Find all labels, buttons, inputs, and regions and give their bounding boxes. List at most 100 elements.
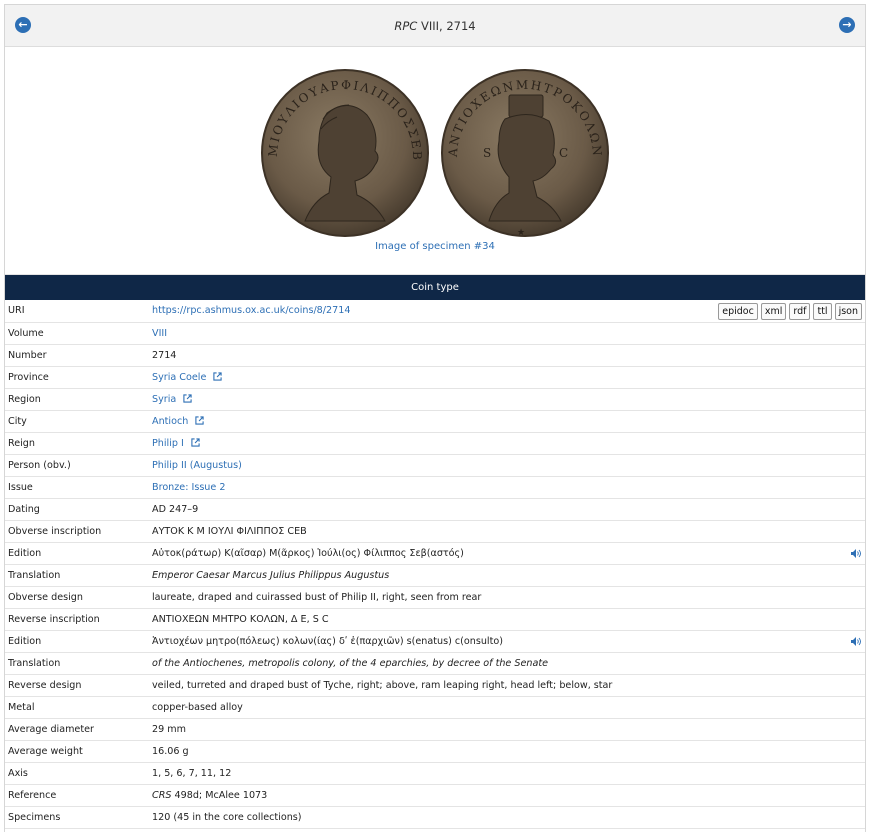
external-link-icon[interactable] bbox=[213, 371, 223, 381]
uri-link[interactable]: https://rpc.ashmus.ox.ac.uk/coins/8/2714 bbox=[152, 305, 350, 316]
table-row: Province Syria Coele bbox=[5, 366, 865, 388]
table-row: Axis 1, 5, 6, 7, 11, 12 bbox=[5, 762, 865, 784]
table-row: Average weight 16.06 g bbox=[5, 740, 865, 762]
row-label: Person (obv.) bbox=[8, 459, 71, 471]
weight-value: 16.06 g bbox=[152, 745, 189, 757]
external-link-icon[interactable] bbox=[183, 393, 192, 403]
record-header: ← RPC VIII, 2714 → bbox=[5, 5, 865, 47]
number-value: 2714 bbox=[152, 349, 177, 361]
table-row: Obverse inscription ΑΥΤΟΚ Κ Μ ΙΟΥΛΙ ΦΙΛΙ… bbox=[5, 520, 865, 542]
row-label: Metal bbox=[8, 701, 35, 713]
metal-value: copper-based alloy bbox=[152, 701, 243, 713]
row-value-cell: Bronze: Issue 2 bbox=[148, 476, 865, 498]
speaker-icon[interactable] bbox=[851, 636, 861, 646]
reverse-inscription-value: ΑΝΤΙΟΧΕΩΝ ΜΗΤΡΟ ΚΟΛΩΝ, Δ Ε, S C bbox=[152, 613, 329, 625]
specimen-image-area: ΜΙΟΥΛΙΟΥΑΡΦΙΛΙΠΠΟΣΣΕΒ ΑΝΤΙΟΧΕΩΝΜΗΤΡΟΚΟΛΩ… bbox=[5, 47, 865, 275]
table-row: City Antioch bbox=[5, 410, 865, 432]
row-label: Province bbox=[8, 371, 49, 383]
table-row: Reverse inscription ΑΝΤΙΟΧΕΩΝ ΜΗΤΡΟ ΚΟΛΩ… bbox=[5, 608, 865, 630]
star-icon: ★ bbox=[517, 228, 525, 238]
volume-link[interactable]: VIII bbox=[152, 328, 167, 339]
row-label: URI bbox=[8, 305, 25, 317]
table-row: Metal copper-based alloy bbox=[5, 696, 865, 718]
table-row: Reference CRS 498d; McAlee 1073 bbox=[5, 784, 865, 806]
table-row: Issue Bronze: Issue 2 bbox=[5, 476, 865, 498]
row-label: Average diameter bbox=[8, 723, 94, 735]
table-row: Reverse design veiled, turreted and drap… bbox=[5, 674, 865, 696]
obverse-inscription-value: ΑΥΤΟΚ Κ Μ ΙΟΥΛΙ ΦΙΛΙΠΠΟΣ CΕΒ bbox=[152, 525, 307, 537]
table-row: Volume VIII bbox=[5, 322, 865, 344]
coin-record-panel: ← RPC VIII, 2714 → ΜΙΟΥΛΙΟΥΑΡΦΙΛΙΠΠΟΣΣΕΒ bbox=[4, 4, 866, 832]
row-label: Issue bbox=[8, 481, 33, 493]
arrow-left-circle-icon: ← bbox=[18, 18, 28, 31]
table-row: Reign Philip I bbox=[5, 432, 865, 454]
reference-value: CRS 498d; McAlee 1073 bbox=[148, 784, 865, 806]
reference-rest: 498d; McAlee 1073 bbox=[171, 789, 268, 801]
previous-record-button[interactable]: ← bbox=[15, 17, 31, 33]
table-row: Specimens 120 (45 in the core collection… bbox=[5, 806, 865, 828]
issue-link[interactable]: Bronze: Issue 2 bbox=[152, 482, 225, 493]
row-label: Reference bbox=[8, 789, 57, 801]
format-button-json[interactable]: json bbox=[834, 303, 862, 320]
row-value-cell: Philip II (Augustus) bbox=[148, 454, 865, 476]
person-link[interactable]: Philip II (Augustus) bbox=[152, 460, 242, 471]
export-formats: epidoc xml rdf ttl json bbox=[718, 303, 862, 320]
row-value-cell: Syria bbox=[148, 388, 865, 410]
reverse-field-c: C bbox=[559, 146, 568, 160]
format-button-epidoc[interactable]: epidoc bbox=[718, 303, 758, 320]
specimen-image-link[interactable]: Image of specimen #34 bbox=[5, 241, 865, 252]
arrow-right-circle-icon: → bbox=[842, 18, 852, 31]
row-value-cell: Philip I bbox=[148, 432, 865, 454]
table-row: Person (obv.) Philip II (Augustus) bbox=[5, 454, 865, 476]
row-label: Axis bbox=[8, 767, 28, 779]
row-label: Reverse inscription bbox=[8, 613, 100, 625]
table-row: Edition Ἀντιοχέων μητρο(πόλεως) κολων(ία… bbox=[5, 630, 865, 652]
table-row: Region Syria bbox=[5, 388, 865, 410]
row-label: Average weight bbox=[8, 745, 83, 757]
row-label: Region bbox=[8, 393, 41, 405]
obverse-edition-value: Αὐτοκ(ράτωρ) Κ(αῖσαρ) Μ(ᾶρκος) Ἰούλι(ος)… bbox=[152, 547, 464, 559]
format-button-rdf[interactable]: rdf bbox=[789, 303, 811, 320]
external-link-icon[interactable] bbox=[195, 415, 204, 425]
table-row: Average diameter 29 mm bbox=[5, 718, 865, 740]
axis-value: 1, 5, 6, 7, 11, 12 bbox=[152, 767, 232, 779]
row-label: City bbox=[8, 415, 27, 427]
row-label: Dating bbox=[8, 503, 40, 515]
diameter-value: 29 mm bbox=[152, 723, 186, 735]
table-row: Translation of the Antiochenes, metropol… bbox=[5, 652, 865, 674]
reference-series: CRS bbox=[152, 789, 172, 801]
table-row: Translation Emperor Caesar Marcus Julius… bbox=[5, 564, 865, 586]
row-label: Reverse design bbox=[8, 679, 82, 691]
reverse-field-s: S bbox=[483, 146, 491, 160]
title-number: VIII, 2714 bbox=[417, 18, 476, 33]
region-link[interactable]: Syria bbox=[152, 394, 176, 405]
reverse-design-value: veiled, turreted and draped bust of Tych… bbox=[152, 679, 613, 691]
obverse-design-value: laureate, draped and cuirassed bust of P… bbox=[152, 591, 482, 603]
speaker-icon[interactable] bbox=[851, 548, 861, 558]
coin-type-table: URI https://rpc.ashmus.ox.ac.uk/coins/8/… bbox=[5, 300, 865, 829]
row-value-cell: Αὐτοκ(ράτωρ) Κ(αῖσαρ) Μ(ᾶρκος) Ἰούλι(ος)… bbox=[148, 542, 865, 564]
province-link[interactable]: Syria Coele bbox=[152, 372, 206, 383]
row-label: Obverse design bbox=[8, 591, 83, 603]
row-label: Edition bbox=[8, 547, 42, 559]
row-label: Specimens bbox=[8, 811, 61, 823]
row-label: Volume bbox=[8, 327, 44, 339]
next-record-button[interactable]: → bbox=[839, 17, 855, 33]
obverse-translation-value: Emperor Caesar Marcus Julius Philippus A… bbox=[152, 569, 390, 581]
table-row: Obverse design laureate, draped and cuir… bbox=[5, 586, 865, 608]
row-value-cell: Ἀντιοχέων μητρο(πόλεως) κολων(ίας) δʹ ἐ(… bbox=[148, 630, 865, 652]
row-label: Translation bbox=[8, 657, 61, 669]
city-link[interactable]: Antioch bbox=[152, 416, 188, 427]
row-value-cell: Antioch bbox=[148, 410, 865, 432]
coin-image[interactable]: ΜΙΟΥΛΙΟΥΑΡΦΙΛΙΠΠΟΣΣΕΒ ΑΝΤΙΟΧΕΩΝΜΗΤΡΟΚΟΛΩ… bbox=[257, 65, 613, 240]
row-value-cell: VIII bbox=[148, 322, 865, 344]
external-link-icon[interactable] bbox=[191, 437, 200, 447]
format-button-xml[interactable]: xml bbox=[760, 303, 787, 320]
table-row: Number 2714 bbox=[5, 344, 865, 366]
table-row: URI https://rpc.ashmus.ox.ac.uk/coins/8/… bbox=[5, 300, 865, 322]
format-button-ttl[interactable]: ttl bbox=[813, 303, 832, 320]
specimens-value: 120 (45 in the core collections) bbox=[152, 811, 302, 823]
reign-link[interactable]: Philip I bbox=[152, 438, 184, 449]
page-title: RPC VIII, 2714 bbox=[394, 19, 475, 33]
row-label: Reign bbox=[8, 437, 35, 449]
